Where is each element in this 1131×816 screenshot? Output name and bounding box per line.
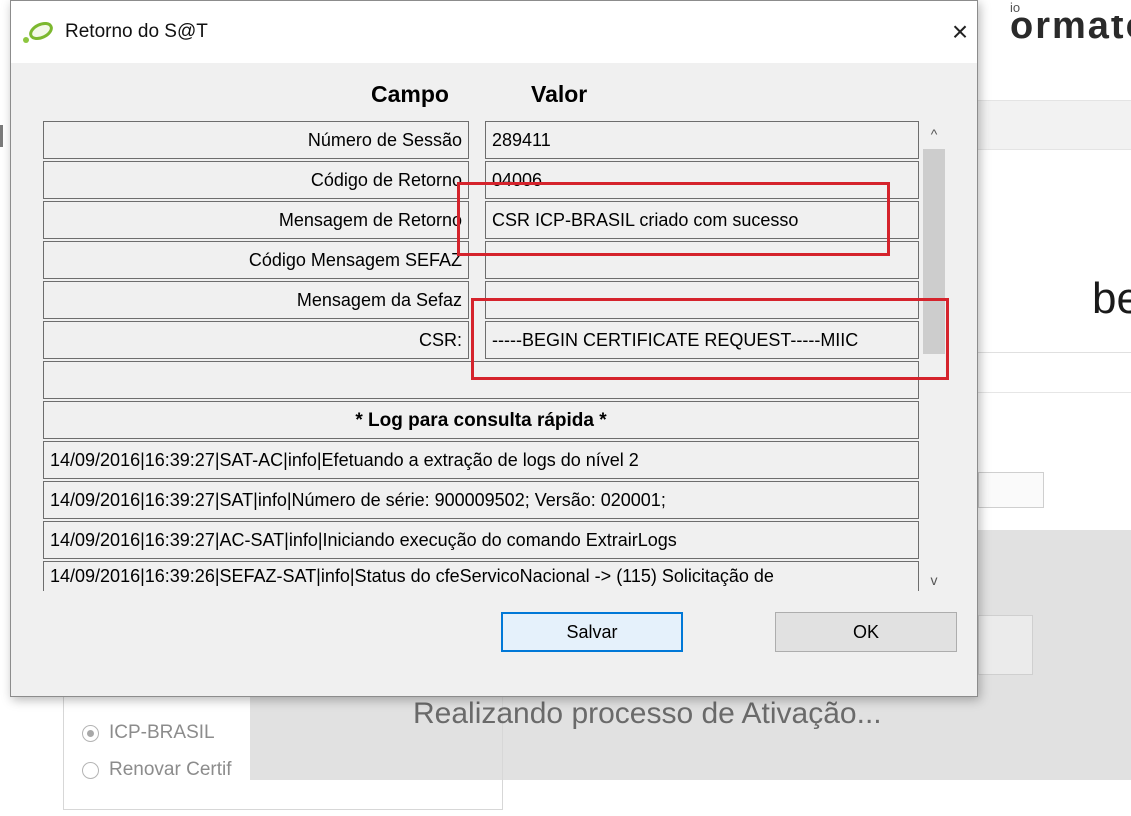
column-header-valor: Valor (531, 81, 588, 107)
scroll-down-button[interactable]: v (919, 567, 949, 593)
column-header-campo: Campo (371, 81, 449, 107)
radio-icp-brasil[interactable]: ICP-BRASIL (82, 722, 215, 744)
save-button[interactable]: Salvar (501, 612, 683, 652)
close-button[interactable]: × (943, 15, 977, 51)
field-label: Mensagem de Retorno (43, 201, 469, 239)
close-icon: × (951, 16, 969, 47)
activation-progress-text: Realizando processo de Ativação... (413, 697, 882, 730)
field-label: Mensagem da Sefaz (43, 281, 469, 319)
chevron-up-icon: ^ (930, 126, 938, 142)
retorno-sat-dialog: Retorno do S@T × Campo Valor Número de S… (10, 0, 978, 697)
background-title-fragment: ormato (1010, 16, 1131, 47)
radio-unselected-icon (82, 761, 99, 779)
radio-label: Renovar Certif (109, 759, 232, 780)
field-value[interactable]: 289411 (485, 121, 919, 159)
radio-renovar-certificado[interactable]: Renovar Certif (82, 759, 254, 781)
sat-leaf-icon (23, 21, 53, 43)
background-inner-box (978, 615, 1033, 675)
field-label: Código de Retorno (43, 161, 469, 199)
background-small-text: io (1010, 0, 1021, 15)
log-line[interactable]: 14/09/2016|16:39:27|SAT-AC|info|Efetuand… (43, 441, 919, 479)
log-line[interactable]: 14/09/2016|16:39:26|SEFAZ-SAT|info|Statu… (43, 561, 919, 591)
chevron-down-icon: v (930, 572, 938, 588)
window-edge-marker (0, 125, 3, 147)
field-label: CSR: (43, 321, 469, 359)
background-divider (978, 392, 1131, 393)
log-line[interactable]: 14/09/2016|16:39:27|AC-SAT|info|Iniciand… (43, 521, 919, 559)
highlight-box-mensagem (457, 182, 890, 256)
background-input-field[interactable] (978, 472, 1044, 508)
highlight-box-csr (471, 298, 949, 380)
dialog-titlebar[interactable]: Retorno do S@T × (11, 1, 977, 63)
scroll-up-button[interactable]: ^ (919, 121, 949, 147)
field-label: Número de Sessão (43, 121, 469, 159)
log-line[interactable]: 14/09/2016|16:39:27|SAT|info|Número de s… (43, 481, 919, 519)
log-header: * Log para consulta rápida * (43, 401, 919, 439)
radio-label: ICP-BRASIL (109, 722, 215, 743)
ok-button[interactable]: OK (775, 612, 957, 652)
dialog-title: Retorno do S@T (65, 21, 208, 42)
radio-selected-icon (82, 724, 99, 742)
field-label: Código Mensagem SEFAZ (43, 241, 469, 279)
background-divider (978, 352, 1131, 353)
background-toolbar-band (978, 100, 1131, 150)
background-heading-fragment: be (1092, 274, 1131, 323)
